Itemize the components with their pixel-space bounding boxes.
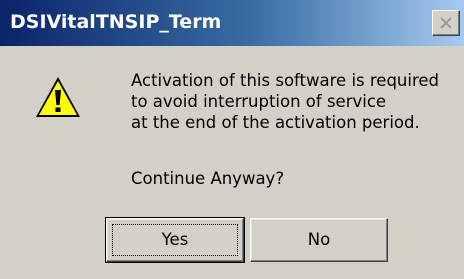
yes-button[interactable]: Yes [105,217,245,263]
close-icon [440,17,452,29]
dialog-title: DSIVitalTNSIP_Term [10,11,222,33]
no-button[interactable]: No [250,218,388,262]
message-line: at the end of the activation period. [131,113,420,132]
message-line: to avoid interruption of service [131,92,387,111]
title-bar[interactable]: DSIVitalTNSIP_Term [0,0,464,46]
close-button[interactable] [432,10,460,36]
no-button-label: No [307,230,331,249]
dialog-question: Continue Anyway? [131,169,285,188]
yes-button-label: Yes [161,230,189,249]
message-dialog: DSIVitalTNSIP_Term Activation of this so… [0,0,464,279]
warning-icon [36,77,80,117]
message-line: Activation of this software is required [131,71,440,90]
dialog-message: Activation of this software is required … [131,70,439,133]
